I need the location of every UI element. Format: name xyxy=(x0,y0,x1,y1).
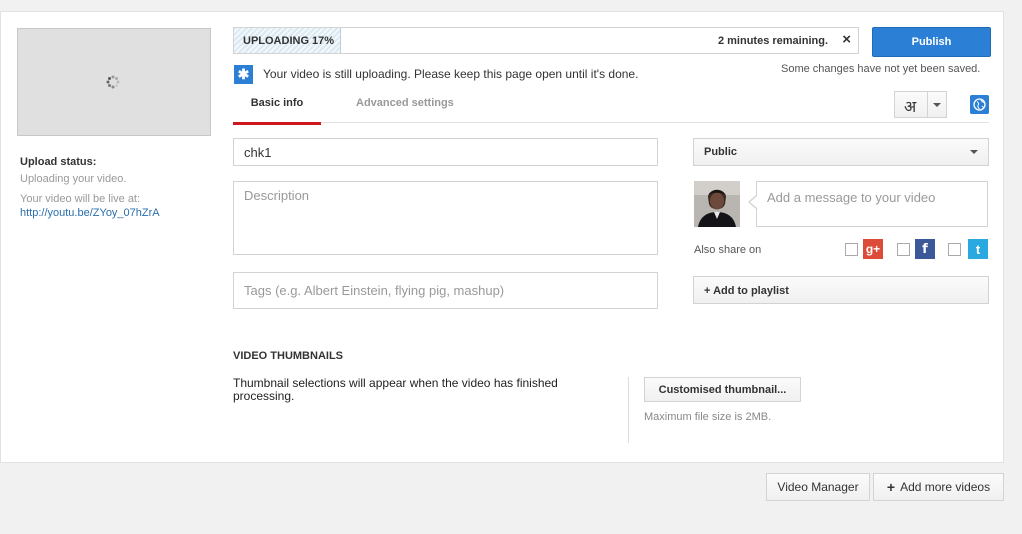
tabs-divider xyxy=(233,122,989,123)
privacy-select[interactable]: Public xyxy=(693,138,989,166)
also-share-label: Also share on xyxy=(694,244,762,256)
globe-icon[interactable] xyxy=(970,95,989,114)
language-dropdown-button[interactable]: अ xyxy=(894,91,947,118)
add-more-videos-label: Add more videos xyxy=(900,480,991,494)
max-file-size-note: Maximum file size is 2MB. xyxy=(644,411,772,423)
message-pointer-inner xyxy=(750,196,757,208)
add-more-videos-button[interactable]: + Add more videos xyxy=(873,473,1004,501)
share-facebook-checkbox[interactable] xyxy=(897,243,910,256)
avatar xyxy=(694,181,740,227)
star-icon: ✱ xyxy=(234,65,253,84)
description-input[interactable] xyxy=(233,181,658,255)
loading-spinner-icon xyxy=(106,75,120,89)
language-glyph: अ xyxy=(904,99,917,116)
cancel-upload-icon[interactable]: × xyxy=(842,31,851,48)
twitter-icon[interactable]: t xyxy=(968,239,988,259)
chevron-down-icon xyxy=(970,150,978,154)
video-manager-button[interactable]: Video Manager xyxy=(766,473,870,501)
time-remaining: 2 minutes remaining. xyxy=(717,35,828,47)
googleplus-icon[interactable]: g+ xyxy=(863,239,883,259)
upload-progress-label: UPLOADING 17% xyxy=(243,35,335,47)
share-googleplus-checkbox[interactable] xyxy=(845,243,858,256)
language-separator xyxy=(927,92,928,117)
thumbnail-divider xyxy=(628,377,629,443)
upload-progress-bar: UPLOADING 17% 2 minutes remaining. × xyxy=(233,27,859,54)
thumbnail-info-text: Thumbnail selections will appear when th… xyxy=(233,376,558,403)
live-at-label: Your video will be live at: xyxy=(20,193,141,205)
video-thumbnails-heading: VIDEO THUMBNAILS xyxy=(233,350,343,362)
facebook-icon[interactable]: f xyxy=(915,239,935,259)
unsaved-changes-note: Some changes have not yet been saved. xyxy=(781,63,981,75)
publish-button[interactable]: Publish xyxy=(872,27,991,57)
share-twitter-checkbox[interactable] xyxy=(948,243,961,256)
video-url-link[interactable]: http://youtu.be/ZYoy_07hZrA xyxy=(20,207,160,219)
custom-thumbnail-button[interactable]: Customised thumbnail... xyxy=(644,377,801,402)
upload-status-title: Upload status: xyxy=(20,156,97,168)
privacy-value: Public xyxy=(704,146,738,158)
tags-input[interactable] xyxy=(233,272,658,309)
plus-icon: + xyxy=(886,479,896,495)
share-message-input[interactable] xyxy=(756,181,988,227)
add-to-playlist-button[interactable]: + Add to playlist xyxy=(693,276,989,304)
chevron-down-icon xyxy=(933,103,941,107)
title-input[interactable] xyxy=(233,138,658,166)
upload-status-text: Uploading your video. xyxy=(20,173,127,185)
upload-info-message: Your video is still uploading. Please ke… xyxy=(263,67,639,81)
tab-advanced-settings[interactable]: Advanced settings xyxy=(356,97,454,109)
tab-basic-info[interactable]: Basic info xyxy=(233,97,321,125)
